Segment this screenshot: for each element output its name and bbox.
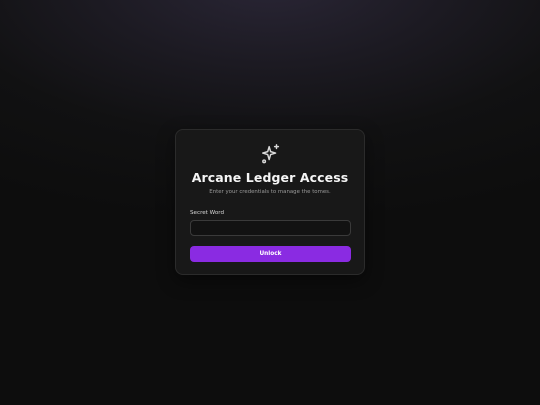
secret-word-input[interactable] bbox=[190, 220, 351, 236]
secret-word-label: Secret Word bbox=[190, 210, 225, 216]
page-title: Arcane Ledger Access bbox=[191, 170, 349, 185]
login-card: Arcane Ledger Access Enter your credenti… bbox=[175, 129, 365, 275]
unlock-button[interactable]: Unlock bbox=[190, 246, 351, 262]
page-subtitle: Enter your credentials to manage the tom… bbox=[209, 189, 331, 195]
sparkles-icon bbox=[260, 143, 282, 165]
